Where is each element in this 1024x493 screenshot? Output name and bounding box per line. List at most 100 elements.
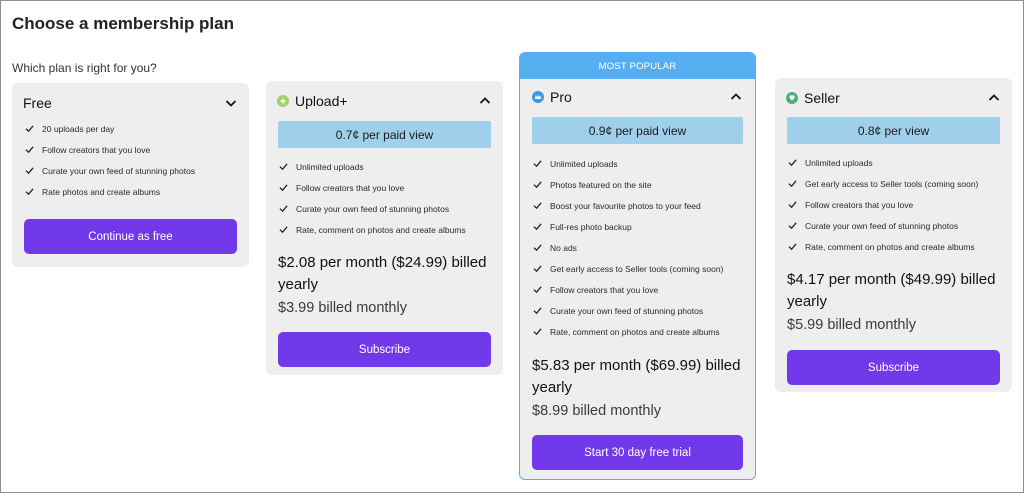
list-item: Curate your own feed of stunning photos (533, 300, 745, 321)
check-icon (25, 125, 34, 133)
check-icon (788, 201, 797, 209)
plan-card-pro: MOST POPULAR Pro 0.9¢ per paid view Unli… (519, 52, 756, 480)
yearly-price: $4.17 per month ($49.99) billed yearly (787, 271, 996, 310)
check-icon (279, 163, 288, 171)
feature-list: Unlimited uploads Get early access to Se… (788, 152, 1002, 257)
list-item: Get early access to Seller tools (coming… (533, 258, 745, 279)
check-icon (279, 205, 288, 213)
chevron-up-icon[interactable] (987, 91, 1001, 105)
check-icon (279, 226, 288, 234)
list-item: Curate your own feed of stunning photos (788, 215, 1002, 236)
list-item: No ads (533, 237, 745, 258)
check-icon (533, 265, 542, 273)
list-item: 20 uploads per day (25, 118, 239, 139)
feature-list: Unlimited uploads Photos featured on the… (533, 153, 745, 342)
per-view-rate: 0.8¢ per view (787, 117, 1000, 144)
list-item: Rate, comment on photos and create album… (533, 321, 745, 342)
check-icon (788, 180, 797, 188)
check-icon (533, 244, 542, 252)
list-item: Rate, comment on photos and create album… (788, 236, 1002, 257)
monthly-price: $8.99 billed monthly (532, 403, 661, 419)
per-view-rate: 0.9¢ per paid view (532, 117, 743, 144)
check-icon (533, 181, 542, 189)
monthly-price: $5.99 billed monthly (787, 317, 916, 333)
list-item: Rate, comment on photos and create album… (279, 219, 493, 240)
feature-list: Unlimited uploads Follow creators that y… (279, 156, 493, 240)
feature-text: Rate, comment on photos and create album… (296, 224, 466, 235)
feature-text: Follow creators that you love (42, 144, 151, 155)
check-icon (533, 286, 542, 294)
list-item: Follow creators that you love (533, 279, 745, 300)
check-icon (788, 243, 797, 251)
feature-text: Boost your favourite photos to your feed (550, 200, 701, 211)
feature-text: Curate your own feed of stunning photos (296, 203, 450, 214)
feature-text: Full-res photo backup (550, 221, 632, 232)
list-item: Follow creators that you love (279, 177, 493, 198)
page-subtitle: Which plan is right for you? (12, 61, 157, 75)
plan-card-upload-plus: Upload+ 0.7¢ per paid view Unlimited upl… (266, 81, 503, 375)
chevron-up-icon[interactable] (729, 90, 743, 104)
feature-text: Follow creators that you love (805, 199, 914, 210)
check-icon (25, 167, 34, 175)
feature-text: Rate, comment on photos and create album… (805, 241, 975, 252)
feature-list: 20 uploads per day Follow creators that … (25, 118, 239, 202)
per-view-rate: 0.7¢ per paid view (278, 121, 491, 148)
list-item: Get early access to Seller tools (coming… (788, 173, 1002, 194)
plan-name: Seller (804, 90, 840, 106)
feature-text: Photos featured on the site (550, 179, 652, 190)
plus-circle-icon (277, 95, 289, 107)
most-popular-badge: MOST POPULAR (520, 53, 755, 79)
feature-text: Get early access to Seller tools (coming… (805, 178, 979, 189)
yearly-price: $2.08 per month ($24.99) billed yearly (278, 254, 487, 293)
check-icon (788, 222, 797, 230)
list-item: Photos featured on the site (533, 174, 745, 195)
check-icon (533, 202, 542, 210)
list-item: Unlimited uploads (788, 152, 1002, 173)
feature-text: Rate, comment on photos and create album… (550, 326, 720, 337)
list-item: Full-res photo backup (533, 216, 745, 237)
plan-card-seller: Seller 0.8¢ per view Unlimited uploads G… (775, 78, 1012, 392)
list-item: Follow creators that you love (788, 194, 1002, 215)
list-item: Boost your favourite photos to your feed (533, 195, 745, 216)
yearly-price: $5.83 per month ($69.99) billed yearly (532, 357, 741, 396)
list-item: Unlimited uploads (279, 156, 493, 177)
feature-text: Unlimited uploads (296, 161, 364, 172)
feature-text: Rate photos and create albums (42, 186, 161, 197)
feature-text: Curate your own feed of stunning photos (42, 165, 196, 176)
feature-text: Unlimited uploads (550, 158, 618, 169)
plan-name: Upload+ (295, 93, 348, 109)
feature-text: Follow creators that you love (296, 182, 405, 193)
subscribe-button[interactable]: Subscribe (278, 332, 491, 367)
chevron-down-icon[interactable] (224, 96, 238, 110)
list-item: Curate your own feed of stunning photos (25, 160, 239, 181)
plan-header[interactable]: Free (23, 95, 238, 111)
feature-text: Curate your own feed of stunning photos (550, 305, 704, 316)
check-icon (279, 184, 288, 192)
list-item: Follow creators that you love (25, 139, 239, 160)
list-item: Curate your own feed of stunning photos (279, 198, 493, 219)
start-trial-button[interactable]: Start 30 day free trial (532, 435, 743, 470)
check-icon (533, 307, 542, 315)
feature-text: Follow creators that you love (550, 284, 659, 295)
plan-header[interactable]: Upload+ (277, 93, 492, 109)
chevron-up-icon[interactable] (478, 94, 492, 108)
check-icon (533, 160, 542, 168)
subscribe-button[interactable]: Subscribe (787, 350, 1000, 385)
page-title: Choose a membership plan (12, 14, 234, 33)
check-icon (25, 146, 34, 154)
list-item: Rate photos and create albums (25, 181, 239, 202)
plan-header[interactable]: Pro (532, 89, 743, 105)
tag-icon (786, 92, 798, 104)
crown-icon (532, 91, 544, 103)
feature-text: Unlimited uploads (805, 157, 873, 168)
list-item: Unlimited uploads (533, 153, 745, 174)
check-icon (533, 223, 542, 231)
plan-card-free: Free 20 uploads per day Follow creators … (12, 83, 249, 267)
feature-text: No ads (550, 242, 577, 253)
check-icon (788, 159, 797, 167)
feature-text: 20 uploads per day (42, 123, 115, 134)
monthly-price: $3.99 billed monthly (278, 300, 407, 316)
check-icon (533, 328, 542, 336)
plan-header[interactable]: Seller (786, 90, 1001, 106)
continue-free-button[interactable]: Continue as free (24, 219, 237, 254)
